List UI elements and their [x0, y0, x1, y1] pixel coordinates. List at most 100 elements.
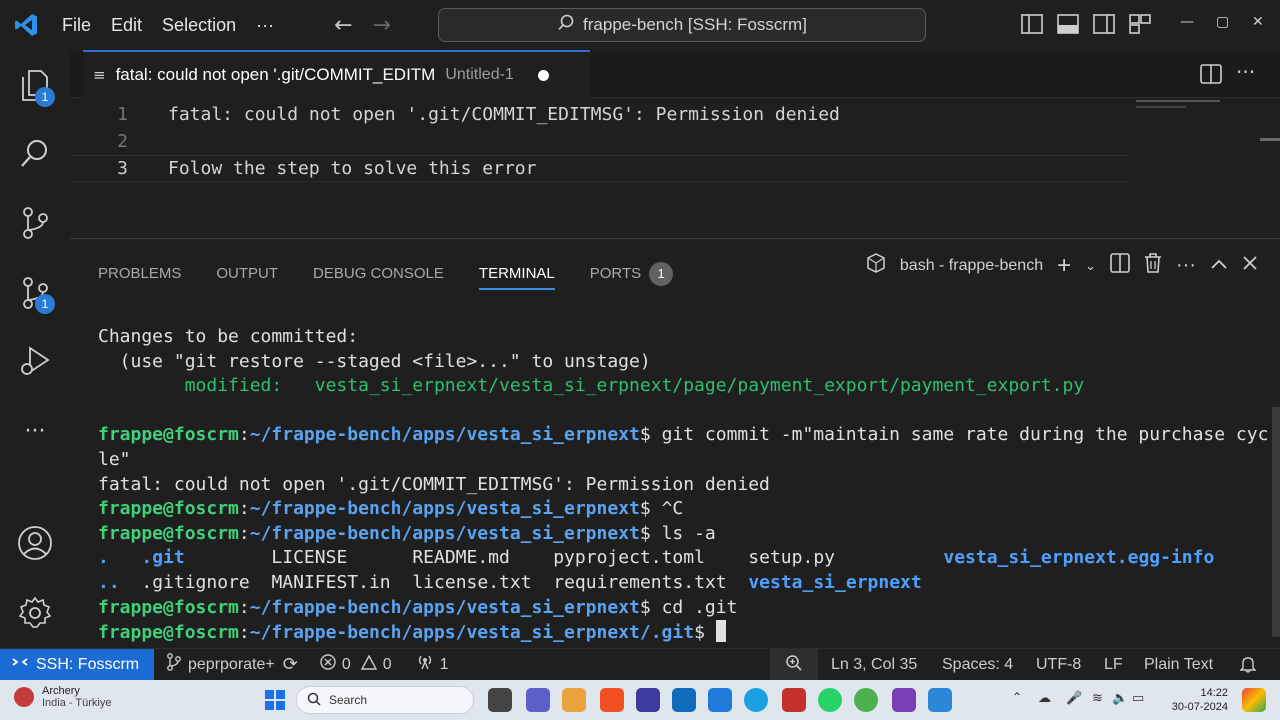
microphone-icon[interactable]: 🎤 — [1066, 690, 1082, 706]
more-views-icon[interactable]: ··· — [14, 410, 56, 452]
prompt-dollar: $ — [639, 596, 662, 618]
terminal-output[interactable]: Changes to be committed: (use "git resto… — [98, 325, 1268, 646]
terminal-name[interactable]: bash - frappe-bench — [900, 257, 1043, 275]
back-arrow-icon[interactable]: ← — [324, 13, 362, 38]
line-number: 1 — [117, 104, 128, 125]
app-icon[interactable] — [636, 688, 660, 712]
text-editor[interactable]: 1 fatal: could not open '.git/COMMIT_EDI… — [70, 98, 1280, 238]
error-count: 0 — [341, 655, 351, 673]
run-debug-icon[interactable] — [14, 340, 56, 382]
language-mode[interactable]: Plain Text — [1144, 656, 1213, 674]
task-view-icon[interactable] — [488, 688, 512, 712]
end-of-line[interactable]: LF — [1104, 656, 1123, 674]
status-bar: SSH: Fosscrm peprporate+ ⟳ 0 0 1 Ln 3, C… — [0, 648, 1280, 681]
maximize-icon[interactable]: ▢ — [1216, 14, 1229, 30]
minimap[interactable] — [1136, 106, 1186, 108]
remote-label: SSH: Fosscrm — [36, 655, 140, 673]
forward-arrow-icon[interactable]: → — [363, 13, 401, 38]
prompt-path: ~/frappe-bench/apps/vesta_si_erpnext — [249, 498, 640, 520]
close-panel-icon[interactable] — [1242, 255, 1258, 276]
ls-entry: README.md — [412, 547, 510, 569]
sync-icon[interactable]: ⟳ — [283, 654, 298, 675]
file-explorer-icon[interactable] — [562, 688, 586, 712]
prompt-user: frappe@foscrm — [98, 622, 239, 644]
source-control-icon[interactable] — [14, 202, 56, 244]
tab-terminal[interactable]: TERMINAL — [478, 265, 555, 290]
minimize-icon[interactable]: — — [1180, 14, 1194, 30]
store-icon[interactable] — [600, 688, 624, 712]
panel-more-icon[interactable]: ··· — [1176, 254, 1196, 277]
remote-indicator[interactable]: SSH: Fosscrm — [0, 648, 154, 681]
tab-output[interactable]: OUTPUT — [216, 265, 278, 282]
remote-desktop-icon[interactable] — [928, 688, 952, 712]
chrome-icon[interactable] — [854, 688, 878, 712]
minimap[interactable] — [1136, 100, 1220, 102]
teams-icon[interactable] — [526, 688, 550, 712]
notifications-bell-icon[interactable] — [1239, 655, 1257, 678]
tab-ports[interactable]: PORTS — [590, 265, 641, 282]
volume-icon[interactable]: 🔈 — [1112, 690, 1128, 706]
chevron-down-icon[interactable]: ⌄ — [1085, 258, 1096, 274]
terminal-scrollbar[interactable] — [1272, 407, 1280, 637]
menu-selection[interactable]: Selection — [152, 15, 246, 36]
menu-file[interactable]: File — [52, 15, 101, 36]
editor-tab[interactable]: ≡ fatal: could not open '.git/COMMIT_EDI… — [83, 50, 590, 98]
toggle-secondary-sidebar-icon[interactable] — [1092, 12, 1116, 36]
editor-line: 2 — [70, 128, 1130, 155]
mcafee-icon[interactable] — [782, 688, 806, 712]
encoding[interactable]: UTF-8 — [1036, 656, 1081, 674]
wifi-icon[interactable]: ≋ — [1092, 690, 1103, 706]
split-editor-icon[interactable] — [1200, 64, 1222, 88]
toggle-panel-icon[interactable] — [1056, 12, 1080, 36]
bottom-panel: PROBLEMS OUTPUT DEBUG CONSOLE TERMINAL P… — [70, 238, 1280, 648]
cloud-icon[interactable]: ☁ — [1038, 690, 1051, 706]
indentation[interactable]: Spaces: 4 — [942, 656, 1013, 674]
search-icon[interactable] — [14, 132, 56, 174]
account-icon[interactable] — [14, 522, 56, 564]
customize-layout-icon[interactable] — [1128, 12, 1152, 36]
vscode-taskbar-icon[interactable] — [708, 688, 732, 712]
menu-edit[interactable]: Edit — [101, 15, 152, 36]
branch-indicator[interactable]: peprporate+ — [166, 653, 275, 676]
taskbar-search[interactable]: Search — [296, 686, 474, 714]
tab-problems[interactable]: PROBLEMS — [98, 265, 181, 282]
sport-icon — [14, 687, 34, 707]
ports-indicator[interactable]: 1 — [416, 654, 449, 675]
prompt-user: frappe@foscrm — [98, 498, 239, 520]
prompt-colon: : — [238, 498, 250, 520]
windows-start-icon[interactable] — [264, 689, 286, 716]
edge-icon[interactable] — [744, 688, 768, 712]
settings-gear-icon[interactable] — [14, 592, 56, 634]
new-terminal-plus-icon[interactable]: + — [1057, 253, 1071, 277]
zoom-button[interactable] — [770, 649, 818, 681]
command-text-wrap: le" — [98, 448, 131, 470]
cursor-position[interactable]: Ln 3, Col 35 — [831, 656, 917, 674]
prompt-colon: : — [238, 622, 250, 644]
tray-chevron-up-icon[interactable]: ⌃ — [1012, 690, 1022, 704]
command-center[interactable]: frappe-bench [SSH: Fosscrm] — [438, 8, 926, 42]
menu-more[interactable]: ··· — [246, 15, 284, 36]
tab-ports-wrap[interactable]: PORTS 1 — [590, 261, 674, 286]
editor-more-actions-icon[interactable]: ··· — [1236, 60, 1255, 84]
clock[interactable]: 14:22 30-07-2024 — [1172, 686, 1228, 714]
terminal-toolbar: bash - frappe-bench + ⌄ ··· — [866, 253, 1258, 278]
office-icon[interactable] — [672, 688, 696, 712]
toggle-sidebar-icon[interactable] — [1020, 12, 1044, 36]
close-window-icon[interactable]: ✕ — [1252, 14, 1264, 30]
trash-icon[interactable] — [1144, 253, 1162, 278]
tab-debug-console[interactable]: DEBUG CONSOLE — [313, 265, 444, 282]
ls-entry: vesta_si_erpnext.egg-info — [943, 547, 1215, 569]
battery-icon[interactable]: ▭ — [1132, 690, 1144, 706]
warning-icon — [360, 654, 377, 675]
whatsapp-icon[interactable] — [818, 688, 842, 712]
unsaved-dot-icon[interactable] — [537, 69, 549, 81]
split-terminal-icon[interactable] — [1110, 253, 1130, 278]
problems-indicator[interactable]: 0 0 — [320, 654, 392, 675]
ls-entry: MANIFEST.in — [271, 571, 391, 593]
prompt-dollar: $ — [694, 622, 716, 644]
weather-widget[interactable]: Archery India - Türkiye — [14, 685, 112, 709]
app-icon[interactable] — [892, 688, 916, 712]
ls-entry: pyproject.toml — [553, 547, 705, 569]
copilot-icon[interactable] — [1242, 688, 1266, 712]
maximize-panel-chevron-up-icon[interactable] — [1210, 257, 1228, 275]
